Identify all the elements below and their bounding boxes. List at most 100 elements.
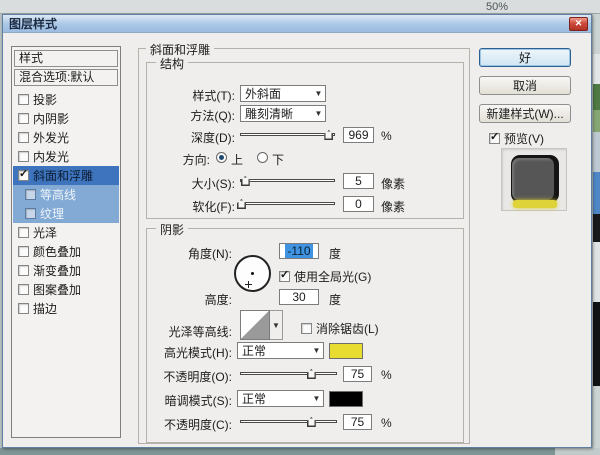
direction-up-radio[interactable] bbox=[216, 152, 227, 163]
preview-chip-highlight bbox=[513, 200, 557, 208]
bg-fragment bbox=[593, 54, 600, 84]
shadow-color-swatch[interactable] bbox=[329, 391, 363, 407]
depth-label: 深度(D): bbox=[191, 131, 235, 145]
global-light-checkbox[interactable]: ✓ bbox=[279, 269, 290, 282]
soften-slider[interactable] bbox=[236, 198, 335, 209]
sidebar-item-outer-glow[interactable]: 外发光 bbox=[13, 128, 119, 147]
highlight-mode-label: 高光模式(H): bbox=[164, 346, 232, 360]
contour-checkbox[interactable] bbox=[25, 189, 36, 200]
dialog-titlebar[interactable]: 图层样式 ✕ bbox=[3, 15, 591, 33]
style-label: 样式(T): bbox=[192, 89, 235, 103]
altitude-input[interactable]: 30 bbox=[279, 289, 319, 305]
check-icon: ✓ bbox=[19, 168, 29, 180]
sidebar-item-color-overlay[interactable]: 颜色叠加 bbox=[13, 242, 119, 261]
sidebar-item-satin[interactable]: 光泽 bbox=[13, 223, 119, 242]
bg-fragment bbox=[593, 242, 600, 302]
structure-legend: 结构 bbox=[156, 55, 189, 72]
style-preview-thumbnail bbox=[501, 148, 567, 211]
background-palette-strip bbox=[593, 14, 600, 448]
highlight-color-swatch[interactable] bbox=[329, 343, 363, 359]
sidebar-item-texture[interactable]: 纹理 bbox=[13, 204, 119, 223]
highlight-opacity-slider[interactable] bbox=[240, 368, 337, 379]
preview-option[interactable]: ✓ 预览(V) bbox=[489, 130, 544, 147]
check-icon: ✓ bbox=[280, 269, 290, 281]
anti-alias-option[interactable]: 消除锯齿(L) bbox=[301, 320, 379, 337]
size-row: 大小(S): 5 像素 bbox=[153, 173, 457, 191]
satin-checkbox[interactable] bbox=[18, 227, 29, 238]
bg-fragment bbox=[555, 448, 600, 455]
sidebar-item-gradient-overlay[interactable]: 渐变叠加 bbox=[13, 261, 119, 280]
highlight-opacity-label: 不透明度(O): bbox=[163, 370, 232, 384]
altitude-label: 高度: bbox=[204, 293, 232, 307]
bevel-emboss-checkbox[interactable]: ✓ bbox=[18, 168, 29, 181]
size-slider[interactable] bbox=[240, 175, 335, 186]
sidebar-item-stroke[interactable]: 描边 bbox=[13, 299, 119, 318]
structure-group: 结构 样式(T): 外斜面 ▼ 方法(Q): 雕刻清晰 ▼ 深度(D): 969… bbox=[146, 55, 464, 219]
chevron-down-icon: ▼ bbox=[314, 89, 323, 98]
outer-glow-checkbox[interactable] bbox=[18, 132, 29, 143]
inner-glow-checkbox[interactable] bbox=[18, 151, 29, 162]
technique-select[interactable]: 雕刻清晰 ▼ bbox=[240, 105, 326, 122]
highlight-opacity-thumb[interactable] bbox=[306, 369, 316, 379]
anti-alias-checkbox[interactable] bbox=[301, 323, 312, 334]
chevron-down-icon: ▼ bbox=[312, 394, 321, 403]
direction-label: 方向: bbox=[182, 153, 210, 167]
gloss-contour-picker[interactable]: ▼ bbox=[270, 310, 283, 340]
styles-header-item[interactable]: 样式 bbox=[14, 50, 118, 67]
stroke-checkbox[interactable] bbox=[18, 303, 29, 314]
shadow-opacity-thumb[interactable] bbox=[306, 417, 316, 427]
soften-input[interactable]: 0 bbox=[343, 196, 374, 212]
direction-down-radio[interactable] bbox=[257, 152, 268, 163]
shadow-opacity-row: 不透明度(C): 75 % bbox=[153, 414, 457, 432]
depth-slider[interactable] bbox=[240, 129, 335, 140]
texture-checkbox[interactable] bbox=[25, 208, 36, 219]
gloss-contour-thumbnail[interactable] bbox=[240, 310, 270, 340]
sidebar-item-bevel-emboss[interactable]: ✓ 斜面和浮雕 bbox=[13, 166, 119, 185]
preview-checkbox[interactable]: ✓ bbox=[489, 131, 500, 144]
global-light-label: 使用全局光(G) bbox=[294, 270, 372, 284]
effect-list: 投影 内阴影 外发光 内发光 ✓ 斜面和浮雕 等高线 纹理 光泽 颜色叠加 渐变… bbox=[13, 90, 119, 318]
altitude-unit: 度 bbox=[329, 293, 342, 307]
bevel-style-select[interactable]: 外斜面 ▼ bbox=[240, 85, 326, 102]
global-light-option[interactable]: ✓ 使用全局光(G) bbox=[279, 268, 371, 285]
chevron-down-icon: ▼ bbox=[314, 109, 323, 118]
sidebar-item-contour[interactable]: 等高线 bbox=[13, 185, 119, 204]
shadow-opacity-label: 不透明度(C): bbox=[164, 418, 232, 432]
ok-button[interactable]: 好 bbox=[479, 48, 571, 67]
bg-fragment bbox=[593, 386, 600, 448]
soften-slider-thumb[interactable] bbox=[236, 199, 246, 209]
highlight-mode-select[interactable]: 正常 ▼ bbox=[237, 342, 324, 359]
depth-input[interactable]: 969 bbox=[343, 127, 374, 143]
shadow-mode-select[interactable]: 正常 ▼ bbox=[237, 390, 324, 407]
drop-shadow-checkbox[interactable] bbox=[18, 94, 29, 105]
altitude-row: 高度: 30 度 bbox=[153, 289, 457, 307]
angle-input[interactable]: -110 bbox=[279, 243, 319, 259]
highlight-opacity-input[interactable]: 75 bbox=[343, 366, 372, 382]
sidebar-item-pattern-overlay[interactable]: 图案叠加 bbox=[13, 280, 119, 299]
bg-fragment bbox=[593, 302, 600, 386]
shadow-opacity-input[interactable]: 75 bbox=[343, 414, 372, 430]
size-slider-thumb[interactable] bbox=[240, 176, 250, 186]
sidebar-item-drop-shadow[interactable]: 投影 bbox=[13, 90, 119, 109]
shadow-opacity-slider[interactable] bbox=[240, 416, 337, 427]
bg-fragment bbox=[593, 110, 600, 132]
blending-options-item[interactable]: 混合选项:默认 bbox=[14, 69, 118, 86]
depth-slider-thumb[interactable] bbox=[324, 130, 334, 140]
zoom-level-label: 50% bbox=[486, 1, 509, 13]
shadow-mode-row: 暗调模式(S): 正常 ▼ bbox=[153, 390, 457, 408]
sidebar-item-inner-glow[interactable]: 内发光 bbox=[13, 147, 119, 166]
size-unit: 像素 bbox=[381, 177, 406, 191]
gradient-overlay-checkbox[interactable] bbox=[18, 265, 29, 276]
bg-fragment bbox=[593, 132, 600, 172]
cancel-button[interactable]: 取消 bbox=[479, 76, 571, 95]
pattern-overlay-checkbox[interactable] bbox=[18, 284, 29, 295]
highlight-mode-row: 高光模式(H): 正常 ▼ bbox=[153, 342, 457, 360]
new-style-button[interactable]: 新建样式(W)... bbox=[479, 104, 571, 123]
size-input[interactable]: 5 bbox=[343, 173, 374, 189]
angle-selected-text: -110 bbox=[285, 244, 313, 258]
close-button[interactable]: ✕ bbox=[569, 16, 588, 31]
bg-fragment bbox=[593, 172, 600, 214]
color-overlay-checkbox[interactable] bbox=[18, 246, 29, 257]
sidebar-item-inner-shadow[interactable]: 内阴影 bbox=[13, 109, 119, 128]
inner-shadow-checkbox[interactable] bbox=[18, 113, 29, 124]
